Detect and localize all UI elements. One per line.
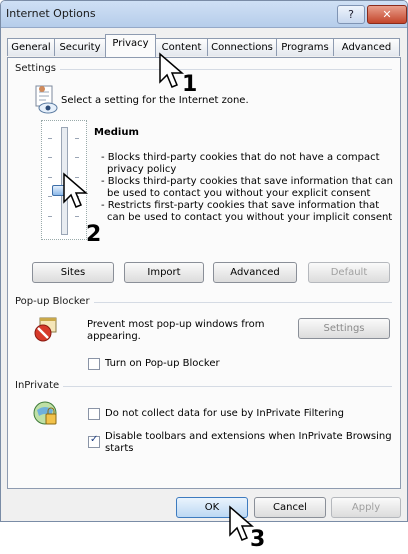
disable-toolbars-label[interactable]: starts bbox=[105, 443, 134, 455]
title-bar: Internet Options ? ✕ bbox=[1, 1, 407, 28]
tab-privacy[interactable]: Privacy bbox=[105, 34, 156, 57]
step-1-badge: 1 bbox=[182, 72, 198, 97]
slider-tick bbox=[48, 196, 52, 197]
slider-tick bbox=[75, 157, 79, 158]
privacy-level-name: Medium bbox=[94, 127, 139, 138]
advanced-button[interactable]: Advanced bbox=[213, 262, 297, 283]
popup-description: Prevent most pop-up windows from bbox=[87, 319, 265, 330]
sites-button[interactable]: Sites bbox=[32, 262, 114, 283]
inprivate-filtering-checkbox[interactable] bbox=[88, 408, 100, 420]
slider-tick bbox=[48, 216, 52, 217]
popup-blocker-checkbox-label[interactable]: Turn on Pop-up Blocker bbox=[105, 358, 220, 370]
inprivate-divider bbox=[16, 386, 392, 387]
popup-settings-button[interactable]: Settings bbox=[298, 318, 390, 339]
inprivate-icon bbox=[33, 401, 57, 425]
internet-options-window: Internet Options ? ✕ General Security Pr… bbox=[0, 0, 408, 522]
help-button[interactable]: ? bbox=[337, 5, 365, 24]
tab-general[interactable]: General bbox=[7, 38, 55, 56]
popup-description: appearing. bbox=[87, 331, 141, 342]
level-description-line: privacy policy bbox=[107, 164, 177, 175]
step-3-badge: 3 bbox=[250, 527, 266, 552]
settings-intro-text: Select a setting for the Internet zone. bbox=[61, 95, 249, 106]
settings-divider bbox=[16, 69, 392, 70]
slider-tick bbox=[75, 138, 79, 139]
tab-programs[interactable]: Programs bbox=[276, 38, 334, 56]
disable-toolbars-checkbox[interactable] bbox=[88, 434, 100, 448]
popup-group-label: Pop-up Blocker bbox=[15, 296, 94, 307]
apply-button[interactable]: Apply bbox=[331, 497, 401, 518]
privacy-settings-icon bbox=[35, 85, 58, 114]
tab-connections[interactable]: Connections bbox=[207, 38, 277, 56]
popup-blocker-icon bbox=[34, 317, 57, 342]
slider-tick bbox=[48, 138, 52, 139]
level-description-line: can be used to contact you without your … bbox=[107, 212, 393, 223]
level-description-line: - Blocks third-party cookies that do not… bbox=[101, 152, 380, 163]
window-title: Internet Options bbox=[6, 7, 96, 20]
cancel-button[interactable]: Cancel bbox=[254, 497, 326, 518]
tab-security[interactable]: Security bbox=[54, 38, 106, 56]
inprivate-group-label: InPrivate bbox=[15, 380, 64, 391]
inprivate-filtering-label[interactable]: Do not collect data for use by InPrivate… bbox=[105, 408, 344, 420]
slider-tick bbox=[48, 157, 52, 158]
cursor-pointer-icon bbox=[63, 172, 89, 208]
settings-group-label: Settings bbox=[15, 63, 61, 74]
popup-blocker-checkbox[interactable] bbox=[88, 358, 100, 370]
slider-tick bbox=[75, 216, 79, 217]
disable-toolbars-label[interactable]: Disable toolbars and extensions when InP… bbox=[105, 431, 392, 443]
default-button[interactable]: Default bbox=[308, 262, 390, 283]
tab-advanced[interactable]: Advanced bbox=[333, 38, 400, 56]
close-button[interactable]: ✕ bbox=[367, 5, 407, 24]
privacy-panel: Settings Select a setting for the Intern… bbox=[7, 57, 401, 489]
level-description-line: - Restricts first-party cookies that sav… bbox=[101, 200, 380, 211]
step-2-badge: 2 bbox=[86, 222, 102, 247]
level-description-line: be used to contact you without your expl… bbox=[107, 188, 371, 199]
slider-tick bbox=[48, 177, 52, 178]
import-button[interactable]: Import bbox=[124, 262, 204, 283]
level-description-line: - Blocks third-party cookies that save i… bbox=[101, 176, 394, 187]
